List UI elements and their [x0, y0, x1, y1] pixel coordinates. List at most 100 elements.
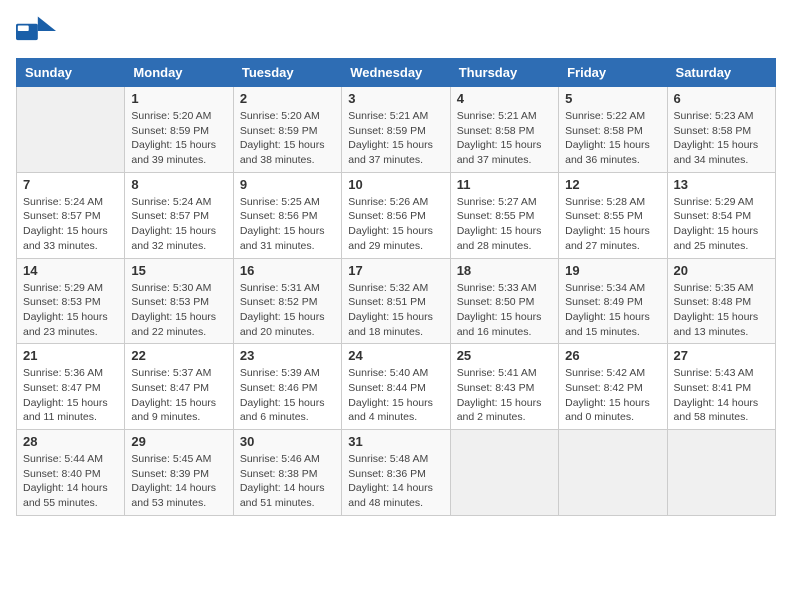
column-header-monday: Monday	[125, 59, 233, 87]
day-detail: Sunrise: 5:42 AM Sunset: 8:42 PM Dayligh…	[565, 366, 660, 425]
day-detail: Sunrise: 5:39 AM Sunset: 8:46 PM Dayligh…	[240, 366, 335, 425]
column-header-wednesday: Wednesday	[342, 59, 450, 87]
day-number: 31	[348, 434, 443, 449]
day-number: 30	[240, 434, 335, 449]
day-number: 14	[23, 263, 118, 278]
calendar-cell: 12 Sunrise: 5:28 AM Sunset: 8:55 PM Dayli…	[559, 172, 667, 258]
day-number: 11	[457, 177, 552, 192]
day-detail: Sunrise: 5:22 AM Sunset: 8:58 PM Dayligh…	[565, 109, 660, 168]
calendar-cell: 6 Sunrise: 5:23 AM Sunset: 8:58 PM Daylig…	[667, 87, 775, 173]
week-row-2: 7 Sunrise: 5:24 AM Sunset: 8:57 PM Daylig…	[17, 172, 776, 258]
calendar-cell: 4 Sunrise: 5:21 AM Sunset: 8:58 PM Daylig…	[450, 87, 558, 173]
day-number: 28	[23, 434, 118, 449]
calendar-cell: 29Sunrise: 5:45 AM Sunset: 8:39 PM Dayli…	[125, 430, 233, 516]
day-number: 1	[131, 91, 226, 106]
column-header-thursday: Thursday	[450, 59, 558, 87]
day-detail: Sunrise: 5:26 AM Sunset: 8:56 PM Dayligh…	[348, 195, 443, 254]
day-detail: Sunrise: 5:24 AM Sunset: 8:57 PM Dayligh…	[131, 195, 226, 254]
day-detail: Sunrise: 5:29 AM Sunset: 8:53 PM Dayligh…	[23, 281, 118, 340]
calendar-cell: 18 Sunrise: 5:33 AM Sunset: 8:50 PM Dayli…	[450, 258, 558, 344]
day-detail: Sunrise: 5:24 AM Sunset: 8:57 PM Dayligh…	[23, 195, 118, 254]
day-number: 22	[131, 348, 226, 363]
day-detail: Sunrise: 5:40 AM Sunset: 8:44 PM Dayligh…	[348, 366, 443, 425]
calendar-cell: 31 Sunrise: 5:48 AM Sunset: 8:36 PM Dayli…	[342, 430, 450, 516]
calendar-cell: 20Sunrise: 5:35 AM Sunset: 8:48 PM Dayli…	[667, 258, 775, 344]
calendar-cell: 28 Sunrise: 5:44 AM Sunset: 8:40 PM Dayli…	[17, 430, 125, 516]
calendar-cell	[667, 430, 775, 516]
day-detail: Sunrise: 5:44 AM Sunset: 8:40 PM Dayligh…	[23, 452, 118, 511]
day-detail: Sunrise: 5:48 AM Sunset: 8:36 PM Dayligh…	[348, 452, 443, 511]
calendar-cell: 14 Sunrise: 5:29 AM Sunset: 8:53 PM Dayli…	[17, 258, 125, 344]
logo-icon	[16, 16, 56, 46]
calendar-cell: 16 Sunrise: 5:31 AM Sunset: 8:52 PM Dayli…	[233, 258, 341, 344]
day-number: 13	[674, 177, 769, 192]
day-number: 24	[348, 348, 443, 363]
day-number: 5	[565, 91, 660, 106]
calendar-cell: 22 Sunrise: 5:37 AM Sunset: 8:47 PM Dayli…	[125, 344, 233, 430]
day-detail: Sunrise: 5:21 AM Sunset: 8:59 PM Dayligh…	[348, 109, 443, 168]
day-detail: Sunrise: 5:23 AM Sunset: 8:58 PM Dayligh…	[674, 109, 769, 168]
day-number: 9	[240, 177, 335, 192]
day-detail: Sunrise: 5:30 AM Sunset: 8:53 PM Dayligh…	[131, 281, 226, 340]
calendar-cell: 24 Sunrise: 5:40 AM Sunset: 8:44 PM Dayli…	[342, 344, 450, 430]
header	[16, 16, 776, 48]
day-detail: Sunrise: 5:28 AM Sunset: 8:55 PM Dayligh…	[565, 195, 660, 254]
calendar-cell	[17, 87, 125, 173]
calendar-cell: 7 Sunrise: 5:24 AM Sunset: 8:57 PM Daylig…	[17, 172, 125, 258]
calendar-cell: 17 Sunrise: 5:32 AM Sunset: 8:51 PM Dayli…	[342, 258, 450, 344]
calendar-cell: 13Sunrise: 5:29 AM Sunset: 8:54 PM Dayli…	[667, 172, 775, 258]
calendar-cell: 5 Sunrise: 5:22 AM Sunset: 8:58 PM Daylig…	[559, 87, 667, 173]
calendar-cell: 19Sunrise: 5:34 AM Sunset: 8:49 PM Dayli…	[559, 258, 667, 344]
week-row-4: 21 Sunrise: 5:36 AM Sunset: 8:47 PM Dayli…	[17, 344, 776, 430]
calendar-cell	[559, 430, 667, 516]
day-number: 4	[457, 91, 552, 106]
calendar-cell: 10 Sunrise: 5:26 AM Sunset: 8:56 PM Dayli…	[342, 172, 450, 258]
day-number: 12	[565, 177, 660, 192]
day-detail: Sunrise: 5:25 AM Sunset: 8:56 PM Dayligh…	[240, 195, 335, 254]
day-number: 17	[348, 263, 443, 278]
calendar-cell	[450, 430, 558, 516]
day-number: 18	[457, 263, 552, 278]
column-header-sunday: Sunday	[17, 59, 125, 87]
day-detail: Sunrise: 5:27 AM Sunset: 8:55 PM Dayligh…	[457, 195, 552, 254]
day-number: 16	[240, 263, 335, 278]
day-number: 19	[565, 263, 660, 278]
calendar-cell: 30 Sunrise: 5:46 AM Sunset: 8:38 PM Dayli…	[233, 430, 341, 516]
day-detail: Sunrise: 5:32 AM Sunset: 8:51 PM Dayligh…	[348, 281, 443, 340]
calendar-cell: 25Sunrise: 5:41 AM Sunset: 8:43 PM Dayli…	[450, 344, 558, 430]
day-number: 29	[131, 434, 226, 449]
column-header-tuesday: Tuesday	[233, 59, 341, 87]
day-number: 21	[23, 348, 118, 363]
calendar-cell: 8Sunrise: 5:24 AM Sunset: 8:57 PM Daylig…	[125, 172, 233, 258]
day-number: 3	[348, 91, 443, 106]
day-number: 2	[240, 91, 335, 106]
calendar-cell: 26 Sunrise: 5:42 AM Sunset: 8:42 PM Dayli…	[559, 344, 667, 430]
calendar-cell: 21 Sunrise: 5:36 AM Sunset: 8:47 PM Dayli…	[17, 344, 125, 430]
day-number: 20	[674, 263, 769, 278]
day-number: 6	[674, 91, 769, 106]
logo	[16, 16, 58, 48]
column-header-friday: Friday	[559, 59, 667, 87]
day-detail: Sunrise: 5:46 AM Sunset: 8:38 PM Dayligh…	[240, 452, 335, 511]
day-number: 25	[457, 348, 552, 363]
calendar-cell: 23Sunrise: 5:39 AM Sunset: 8:46 PM Dayli…	[233, 344, 341, 430]
calendar-cell: 2Sunrise: 5:20 AM Sunset: 8:59 PM Daylig…	[233, 87, 341, 173]
calendar-table: SundayMondayTuesdayWednesdayThursdayFrid…	[16, 58, 776, 516]
day-detail: Sunrise: 5:33 AM Sunset: 8:50 PM Dayligh…	[457, 281, 552, 340]
day-detail: Sunrise: 5:20 AM Sunset: 8:59 PM Dayligh…	[131, 109, 226, 168]
day-number: 27	[674, 348, 769, 363]
day-number: 26	[565, 348, 660, 363]
day-detail: Sunrise: 5:31 AM Sunset: 8:52 PM Dayligh…	[240, 281, 335, 340]
day-detail: Sunrise: 5:21 AM Sunset: 8:58 PM Dayligh…	[457, 109, 552, 168]
week-row-1: 1 Sunrise: 5:20 AM Sunset: 8:59 PM Daylig…	[17, 87, 776, 173]
column-header-saturday: Saturday	[667, 59, 775, 87]
day-number: 7	[23, 177, 118, 192]
day-number: 10	[348, 177, 443, 192]
day-detail: Sunrise: 5:43 AM Sunset: 8:41 PM Dayligh…	[674, 366, 769, 425]
calendar-cell: 1 Sunrise: 5:20 AM Sunset: 8:59 PM Daylig…	[125, 87, 233, 173]
calendar-cell: 15Sunrise: 5:30 AM Sunset: 8:53 PM Dayli…	[125, 258, 233, 344]
day-detail: Sunrise: 5:37 AM Sunset: 8:47 PM Dayligh…	[131, 366, 226, 425]
day-detail: Sunrise: 5:36 AM Sunset: 8:47 PM Dayligh…	[23, 366, 118, 425]
calendar-cell: 9 Sunrise: 5:25 AM Sunset: 8:56 PM Daylig…	[233, 172, 341, 258]
week-row-5: 28 Sunrise: 5:44 AM Sunset: 8:40 PM Dayli…	[17, 430, 776, 516]
